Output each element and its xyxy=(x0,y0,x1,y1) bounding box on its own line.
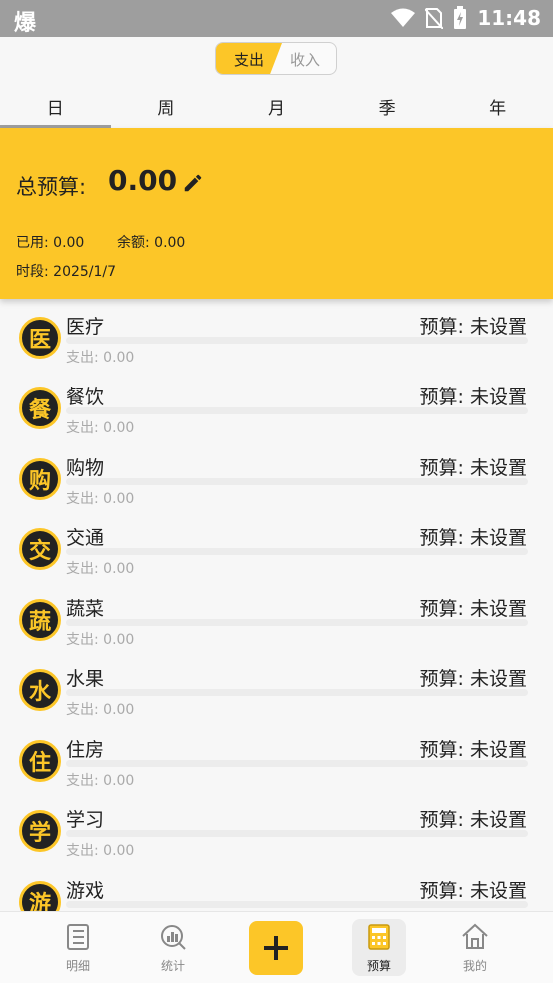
category-name: 学习 xyxy=(66,809,105,831)
used-amount: 已用: 0.00 xyxy=(16,235,85,251)
category-budget: 预算: 未设置 xyxy=(419,880,527,902)
status-bar: 爆 11:48 xyxy=(0,0,553,37)
wifi-icon xyxy=(391,8,416,27)
bottom-nav: 明细 统计 预算 我的 xyxy=(0,911,553,983)
list-item[interactable]: 游 游戏 预算: 未设置 xyxy=(0,863,553,911)
list-item[interactable]: 学 学习 预算: 未设置 支出: 0.00 xyxy=(0,792,553,862)
list-item[interactable]: 蔬 蔬菜 预算: 未设置 支出: 0.00 xyxy=(0,581,553,651)
list-item[interactable]: 水 水果 预算: 未设置 支出: 0.00 xyxy=(0,651,553,721)
category-budget: 预算: 未设置 xyxy=(419,386,527,408)
category-badge: 购 xyxy=(19,458,61,500)
category-budget: 预算: 未设置 xyxy=(419,598,527,620)
category-budget: 预算: 未设置 xyxy=(419,457,527,479)
budget-summary-card: 总预算: 0.00 已用: 0.00 余额: 0.00 时段: 2025/1/7 xyxy=(0,128,553,299)
no-sim-icon xyxy=(425,8,444,29)
nav-stats[interactable]: 统计 xyxy=(133,912,213,983)
progress-bar xyxy=(66,760,528,767)
category-spent: 支出: 0.00 xyxy=(66,561,135,577)
home-icon xyxy=(462,923,488,949)
category-badge: 住 xyxy=(19,740,61,782)
category-budget: 预算: 未设置 xyxy=(419,316,527,338)
category-name: 蔬菜 xyxy=(66,598,105,620)
progress-bar xyxy=(66,478,528,485)
progress-bar xyxy=(66,619,528,626)
total-budget-value: 0.00 xyxy=(108,164,178,197)
stats-search-icon xyxy=(161,925,186,950)
category-spent: 支出: 0.00 xyxy=(66,773,135,789)
tab-week[interactable]: 周 xyxy=(111,89,222,128)
category-badge: 医 xyxy=(19,317,61,359)
tab-year[interactable]: 年 xyxy=(442,89,553,128)
category-badge: 水 xyxy=(19,669,61,711)
plus-icon xyxy=(264,936,288,960)
nav-budget-label: 预算 xyxy=(366,959,391,973)
progress-bar xyxy=(66,548,528,555)
category-spent: 支出: 0.00 xyxy=(66,843,135,859)
category-name: 水果 xyxy=(66,668,105,690)
category-spent: 支出: 0.00 xyxy=(66,491,135,507)
nav-budget[interactable]: 预算 xyxy=(339,912,419,983)
category-name: 住房 xyxy=(66,739,105,761)
add-record-button[interactable] xyxy=(249,921,303,975)
type-segment: 支出 收入 xyxy=(215,42,337,75)
category-badge: 游 xyxy=(19,881,61,911)
tab-quarter[interactable]: 季 xyxy=(332,89,443,128)
budget-period: 时段: 2025/1/7 xyxy=(16,264,117,280)
category-name: 餐饮 xyxy=(66,386,105,408)
pencil-edit-icon[interactable] xyxy=(182,172,204,194)
calculator-icon xyxy=(368,924,390,950)
category-budget: 预算: 未设置 xyxy=(419,527,527,549)
category-budget-list: 医 医疗 预算: 未设置 支出: 0.00 餐 餐饮 预算: 未设置 支出: 0… xyxy=(0,299,553,911)
list-item[interactable]: 住 住房 预算: 未设置 支出: 0.00 xyxy=(0,722,553,792)
tab-day[interactable]: 日 xyxy=(0,89,111,128)
segment-income[interactable]: 收入 xyxy=(290,49,320,70)
category-name: 购物 xyxy=(66,457,105,479)
list-item[interactable]: 交 交通 预算: 未设置 支出: 0.00 xyxy=(0,510,553,580)
progress-bar xyxy=(66,407,528,414)
category-budget: 预算: 未设置 xyxy=(419,809,527,831)
segment-expense[interactable]: 支出 xyxy=(234,49,264,70)
nav-details[interactable]: 明细 xyxy=(38,912,118,983)
nav-details-label: 明细 xyxy=(65,959,90,973)
nav-stats-label: 统计 xyxy=(160,959,185,973)
total-budget-label: 总预算: xyxy=(16,175,87,199)
status-icons: 11:48 xyxy=(391,6,541,30)
status-app-glyph: 爆 xyxy=(14,11,37,36)
progress-bar xyxy=(66,830,528,837)
category-spent: 支出: 0.00 xyxy=(66,350,135,366)
progress-bar xyxy=(66,337,528,344)
list-item[interactable]: 购 购物 预算: 未设置 支出: 0.00 xyxy=(0,440,553,510)
category-badge: 蔬 xyxy=(19,599,61,641)
category-spent: 支出: 0.00 xyxy=(66,632,135,648)
tab-month[interactable]: 月 xyxy=(221,89,332,128)
remaining-amount: 余额: 0.00 xyxy=(117,235,186,251)
category-badge: 学 xyxy=(19,810,61,852)
category-badge: 餐 xyxy=(19,387,61,429)
list-item[interactable]: 医 医疗 预算: 未设置 支出: 0.00 xyxy=(0,299,553,369)
category-budget: 预算: 未设置 xyxy=(419,668,527,690)
category-name: 交通 xyxy=(66,527,105,549)
top-bar: 支出 收入 日 周 月 季 年 xyxy=(0,37,553,128)
battery-charging-icon xyxy=(454,6,467,29)
category-spent: 支出: 0.00 xyxy=(66,420,135,436)
progress-bar xyxy=(66,689,528,696)
progress-bar xyxy=(66,901,528,908)
nav-mine[interactable]: 我的 xyxy=(435,912,515,983)
list-document-icon xyxy=(67,924,89,950)
category-budget: 预算: 未设置 xyxy=(419,739,527,761)
nav-mine-label: 我的 xyxy=(462,959,487,973)
status-time: 11:48 xyxy=(477,6,541,30)
period-tabs: 日 周 月 季 年 xyxy=(0,89,553,128)
category-name: 游戏 xyxy=(66,880,105,902)
category-name: 医疗 xyxy=(66,316,105,338)
list-item[interactable]: 餐 餐饮 预算: 未设置 支出: 0.00 xyxy=(0,369,553,439)
category-badge: 交 xyxy=(19,528,61,570)
category-spent: 支出: 0.00 xyxy=(66,702,135,718)
